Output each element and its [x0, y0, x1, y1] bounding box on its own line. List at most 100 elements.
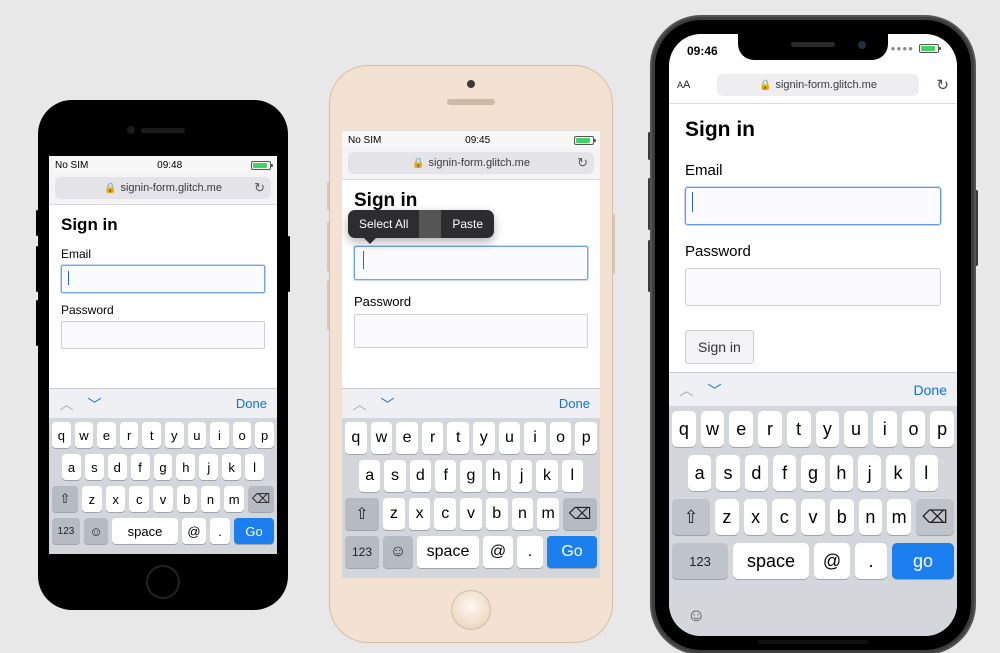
- key-l[interactable]: l: [245, 454, 264, 480]
- dot-key[interactable]: .: [210, 518, 230, 544]
- key-a[interactable]: a: [62, 454, 81, 480]
- key-b[interactable]: b: [486, 498, 508, 530]
- at-key[interactable]: @: [814, 543, 850, 579]
- refresh-icon[interactable]: ↻: [254, 180, 265, 196]
- key-d[interactable]: d: [745, 455, 768, 491]
- key-m[interactable]: m: [224, 486, 244, 512]
- next-field-arrow-icon[interactable]: 〉: [377, 397, 397, 411]
- text-size-button[interactable]: AA: [677, 79, 709, 91]
- key-g[interactable]: g: [154, 454, 173, 480]
- go-key[interactable]: go: [892, 543, 954, 579]
- shift-key[interactable]: ⇧: [672, 499, 710, 535]
- key-t[interactable]: t: [787, 411, 811, 447]
- key-i[interactable]: i: [210, 422, 229, 448]
- key-n[interactable]: n: [859, 499, 883, 535]
- key-n[interactable]: n: [512, 498, 534, 530]
- key-m[interactable]: m: [537, 498, 559, 530]
- next-field-arrow-icon[interactable]: 〉: [84, 397, 104, 411]
- url-field[interactable]: 🔒 signin-form.glitch.me ↻: [55, 177, 271, 199]
- key-p[interactable]: p: [930, 411, 954, 447]
- key-z[interactable]: z: [82, 486, 102, 512]
- numbers-key[interactable]: 123: [52, 518, 80, 544]
- key-u[interactable]: u: [844, 411, 868, 447]
- numbers-key[interactable]: 123: [672, 543, 728, 579]
- key-q[interactable]: q: [345, 422, 367, 454]
- context-menu-paste[interactable]: Paste: [441, 210, 494, 238]
- key-f[interactable]: f: [435, 460, 456, 492]
- at-key[interactable]: @: [182, 518, 206, 544]
- prev-field-arrow-icon[interactable]: 〈: [56, 397, 76, 411]
- key-e[interactable]: e: [396, 422, 418, 454]
- key-p[interactable]: p: [575, 422, 597, 454]
- backspace-key[interactable]: ⌫: [248, 486, 274, 512]
- shift-key[interactable]: ⇧: [345, 498, 379, 530]
- key-g[interactable]: g: [801, 455, 824, 491]
- key-k[interactable]: k: [886, 455, 909, 491]
- key-z[interactable]: z: [715, 499, 739, 535]
- password-field[interactable]: [354, 314, 588, 348]
- context-menu-select-all[interactable]: Select All: [348, 210, 419, 238]
- password-field[interactable]: [685, 268, 941, 306]
- key-x[interactable]: x: [409, 498, 431, 530]
- key-l[interactable]: l: [562, 460, 583, 492]
- key-r[interactable]: r: [422, 422, 444, 454]
- key-o[interactable]: o: [233, 422, 252, 448]
- key-h[interactable]: h: [486, 460, 507, 492]
- go-key[interactable]: Go: [547, 536, 597, 568]
- home-button[interactable]: [146, 565, 180, 599]
- key-a[interactable]: a: [359, 460, 380, 492]
- home-button[interactable]: [451, 590, 491, 630]
- refresh-icon[interactable]: ↻: [927, 76, 949, 94]
- key-t[interactable]: t: [142, 422, 161, 448]
- emoji-key-icon[interactable]: ☺: [687, 605, 705, 626]
- space-key[interactable]: space: [112, 518, 178, 544]
- space-key[interactable]: space: [417, 536, 479, 568]
- key-o[interactable]: o: [550, 422, 572, 454]
- shift-key[interactable]: ⇧: [52, 486, 78, 512]
- prev-field-arrow-icon[interactable]: 〈: [676, 383, 696, 397]
- space-key[interactable]: space: [733, 543, 809, 579]
- key-w[interactable]: w: [701, 411, 725, 447]
- key-e[interactable]: e: [97, 422, 116, 448]
- key-p[interactable]: p: [255, 422, 274, 448]
- key-l[interactable]: l: [915, 455, 938, 491]
- key-h[interactable]: h: [176, 454, 195, 480]
- key-x[interactable]: x: [106, 486, 126, 512]
- key-d[interactable]: d: [108, 454, 127, 480]
- url-field[interactable]: 🔒 signin-form.glitch.me ↻: [348, 152, 594, 174]
- key-c[interactable]: c: [434, 498, 456, 530]
- home-indicator[interactable]: [758, 640, 868, 644]
- key-u[interactable]: u: [499, 422, 521, 454]
- dot-key[interactable]: .: [517, 536, 543, 568]
- key-q[interactable]: q: [52, 422, 71, 448]
- dot-key[interactable]: .: [855, 543, 887, 579]
- backspace-key[interactable]: ⌫: [916, 499, 954, 535]
- emoji-key[interactable]: ☺: [84, 518, 108, 544]
- key-v[interactable]: v: [460, 498, 482, 530]
- key-b[interactable]: b: [177, 486, 197, 512]
- key-y[interactable]: y: [816, 411, 840, 447]
- key-n[interactable]: n: [201, 486, 221, 512]
- key-s[interactable]: s: [384, 460, 405, 492]
- email-field[interactable]: [685, 187, 941, 225]
- done-button[interactable]: Done: [914, 382, 947, 398]
- key-o[interactable]: o: [902, 411, 926, 447]
- key-s[interactable]: s: [85, 454, 104, 480]
- key-z[interactable]: z: [383, 498, 405, 530]
- key-r[interactable]: r: [120, 422, 139, 448]
- numbers-key[interactable]: 123: [345, 536, 379, 568]
- key-k[interactable]: k: [222, 454, 241, 480]
- key-i[interactable]: i: [873, 411, 897, 447]
- key-i[interactable]: i: [524, 422, 546, 454]
- email-field[interactable]: [61, 265, 265, 293]
- key-j[interactable]: j: [858, 455, 881, 491]
- key-v[interactable]: v: [153, 486, 173, 512]
- key-w[interactable]: w: [371, 422, 393, 454]
- key-v[interactable]: v: [801, 499, 825, 535]
- emoji-key[interactable]: ☺: [383, 536, 413, 568]
- done-button[interactable]: Done: [236, 396, 267, 411]
- go-key[interactable]: Go: [234, 518, 274, 544]
- key-t[interactable]: t: [447, 422, 469, 454]
- key-c[interactable]: c: [129, 486, 149, 512]
- key-y[interactable]: y: [165, 422, 184, 448]
